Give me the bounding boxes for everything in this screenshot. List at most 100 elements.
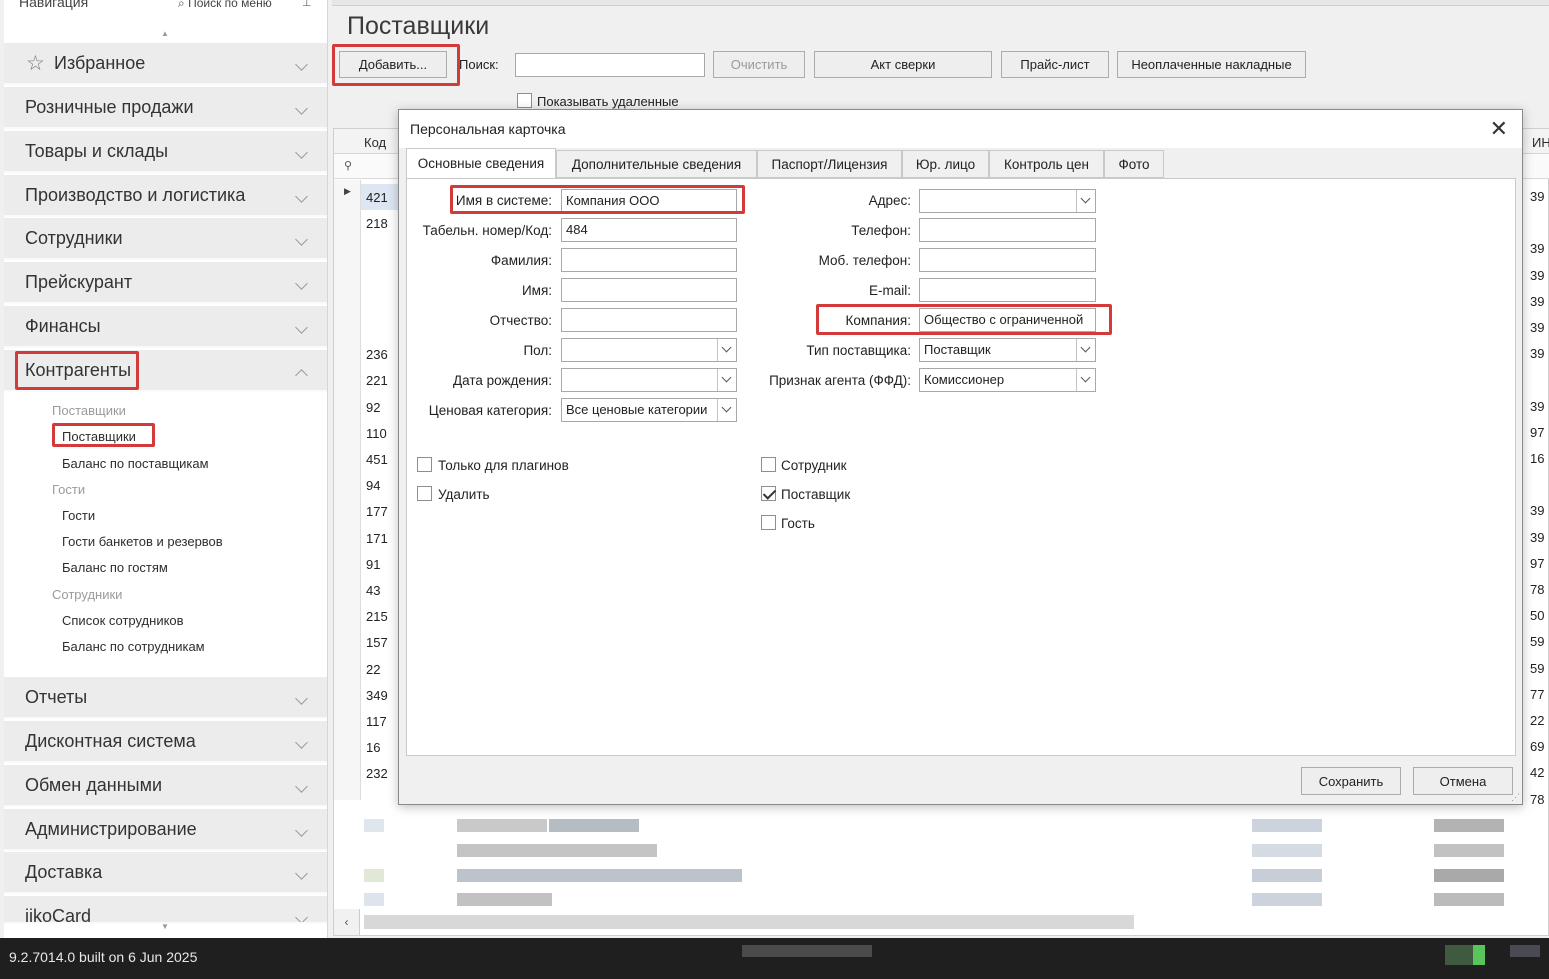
price-category-select[interactable]: Все ценовые категории [561,398,737,422]
birth-date-picker[interactable] [561,368,737,392]
grid-cell-code[interactable]: 91 [361,551,399,577]
grid-cell-code[interactable]: 117 [361,708,399,734]
email-field[interactable] [919,278,1096,302]
show-deleted-checkbox[interactable] [517,93,532,108]
delete-checkbox[interactable] [417,486,432,501]
grid-cell-code[interactable]: 22 [361,656,399,682]
grid-cell-inn[interactable]: 39 [1530,294,1544,309]
nav-section-contractors[interactable]: Контрагенты [4,350,327,392]
grid-cell-code[interactable] [361,289,399,315]
grid-cell-inn[interactable]: 16 [1530,451,1544,466]
grid-cell-code[interactable] [361,263,399,289]
grid-cell-inn[interactable]: 39 [1530,189,1544,204]
nav-scroll-up-icon[interactable]: ▲ [161,29,169,38]
grid-cell-code[interactable]: 218 [361,210,399,236]
grid-cell-inn[interactable]: 59 [1530,634,1544,649]
grid-cell-inn[interactable]: 59 [1530,661,1544,676]
last-name-field[interactable] [561,248,737,272]
clear-button[interactable]: Очистить [713,51,805,78]
grid-cell-inn[interactable]: 97 [1530,425,1544,440]
grid-cell-inn[interactable]: 39 [1530,241,1544,256]
nav-section-favorites[interactable]: ☆ Избранное [4,43,327,85]
nav-section-retail[interactable]: Розничные продажи [4,87,327,129]
supplier-type-select[interactable]: Поставщик [919,338,1096,362]
pin-icon[interactable]: ⊥ [302,0,312,9]
grid-cell-code[interactable]: 94 [361,472,399,498]
gender-select[interactable] [561,338,737,362]
system-name-field[interactable]: Компания ООО [561,189,737,213]
first-name-field[interactable] [561,278,737,302]
nav-section-reports[interactable]: Отчеты [4,677,327,719]
grid-cell-code[interactable]: 16 [361,734,399,760]
grid-cell-inn[interactable]: 50 [1530,608,1544,623]
grid-cell-code[interactable]: 92 [361,394,399,420]
grid-cell-code[interactable]: 43 [361,577,399,603]
tab-main-info[interactable]: Основные сведения [406,148,556,179]
tab-photo[interactable]: Фото [1104,150,1164,178]
nav-section-delivery[interactable]: Доставка [4,852,327,894]
grid-cell-inn[interactable]: 39 [1530,346,1544,361]
grid-cell-inn[interactable]: 69 [1530,739,1544,754]
tab-passport-license[interactable]: Паспорт/Лицензия [757,150,902,178]
nav-section-employees[interactable]: Сотрудники [4,218,327,260]
grid-cell-code[interactable]: 177 [361,498,399,524]
chevron-down-icon[interactable] [1076,190,1095,212]
pricelist-button[interactable]: Прайс-лист [1001,51,1109,78]
chevron-down-icon[interactable] [717,399,736,421]
grid-cell-inn[interactable]: 39 [1530,320,1544,335]
unpaid-invoices-button[interactable]: Неоплаченные накладные [1117,51,1306,78]
horizontal-scrollbar-thumb[interactable] [364,915,1134,929]
grid-cell-code[interactable] [361,315,399,341]
nav-section-data-exchange[interactable]: Обмен данными [4,765,327,807]
chevron-down-icon[interactable] [1076,369,1095,391]
guest-checkbox[interactable] [761,515,776,530]
company-field[interactable]: Общество с ограниченной [919,308,1096,332]
grid-cell-inn[interactable]: 77 [1530,687,1544,702]
nav-section-discount[interactable]: Дисконтная система [4,721,327,763]
grid-cell-inn[interactable]: 39 [1530,503,1544,518]
grid-cell-code[interactable]: 221 [361,367,399,393]
grid-cell-inn[interactable]: 97 [1530,556,1544,571]
tab-price-control[interactable]: Контроль цен [989,150,1104,178]
nav-scroll-down-icon[interactable]: ▼ [161,922,169,931]
resize-grip-icon[interactable]: ⋰ [1511,792,1520,803]
filter-icon[interactable]: ⚲ [344,159,352,172]
grid-cell-code[interactable]: 215 [361,603,399,629]
nav-item-suppliers[interactable]: Поставщики [62,429,136,444]
agent-sign-select[interactable]: Комиссионер [919,368,1096,392]
nav-section-iikocard[interactable]: iikoCard [4,896,327,924]
column-inn[interactable]: ИН [1532,135,1549,150]
grid-cell-inn[interactable]: 39 [1530,530,1544,545]
grid-cell-inn[interactable]: 39 [1530,268,1544,283]
grid-cell-inn[interactable]: 78 [1530,792,1544,807]
nav-section-production[interactable]: Производство и логистика [4,175,327,217]
chevron-down-icon[interactable] [1076,339,1095,361]
nav-item-banquet-guests[interactable]: Гости банкетов и резервов [62,534,223,549]
save-button[interactable]: Сохранить [1301,767,1401,795]
supplier-checkbox[interactable] [761,486,776,501]
grid-cell-code[interactable]: 232 [361,760,399,786]
tab-legal-entity[interactable]: Юр. лицо [902,150,989,178]
reconcile-button[interactable]: Акт сверки [814,51,992,78]
nav-section-admin[interactable]: Администрирование [4,809,327,851]
chevron-down-icon[interactable] [717,339,736,361]
grid-cell-code[interactable]: 157 [361,629,399,655]
scroll-left-icon[interactable]: ‹ [334,909,360,935]
nav-section-finance[interactable]: Финансы [4,306,327,348]
grid-cell-inn[interactable]: 78 [1530,582,1544,597]
mobile-field[interactable] [919,248,1096,272]
grid-cell-inn[interactable]: 22 [1530,713,1544,728]
address-select[interactable] [919,189,1096,213]
grid-cell-code[interactable]: 236 [361,341,399,367]
chevron-down-icon[interactable] [717,369,736,391]
plugins-only-checkbox[interactable] [417,457,432,472]
nav-item-employee-list[interactable]: Список сотрудников [62,613,184,628]
grid-cell-code[interactable] [361,236,399,262]
close-icon[interactable]: ✕ [1490,118,1508,140]
employee-checkbox[interactable] [761,457,776,472]
nav-section-goods[interactable]: Товары и склады [4,131,327,173]
grid-cell-inn[interactable]: 42 [1530,765,1544,780]
grid-cell-code[interactable]: 349 [361,682,399,708]
nav-item-guests[interactable]: Гости [62,508,95,523]
grid-cell-code[interactable]: 171 [361,525,399,551]
